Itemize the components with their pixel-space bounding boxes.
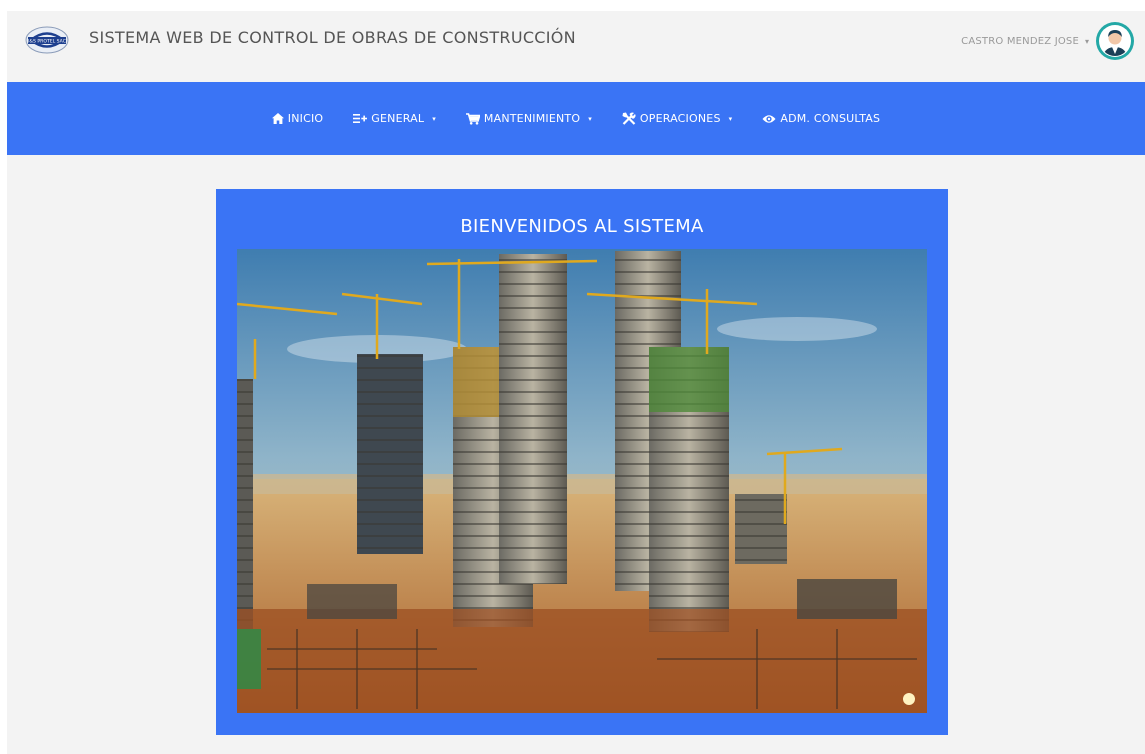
- nav-item-label: OPERACIONES: [639, 112, 721, 125]
- user-menu[interactable]: CASTRO MENDEZ JOSE ▾: [961, 21, 1135, 61]
- list-plus-icon: [353, 114, 368, 123]
- cart-icon: [465, 112, 480, 125]
- nav-item-label: MANTENIMIENTO: [483, 112, 581, 125]
- nav-item-label: INICIO: [287, 112, 324, 125]
- chevron-down-icon: ▾: [432, 114, 436, 123]
- tools-icon: [622, 112, 636, 125]
- nav-item-operaciones[interactable]: OPERACIONES ▾: [622, 112, 732, 125]
- page: I&S PROTEL SAC SISTEMA WEB DE CONTROL DE…: [7, 11, 1145, 754]
- nav-item-general[interactable]: GENERAL ▾: [353, 112, 436, 125]
- chevron-down-icon[interactable]: ▾: [1085, 37, 1089, 46]
- user-name[interactable]: CASTRO MENDEZ JOSE: [961, 36, 1079, 47]
- nav-item-label: GENERAL: [371, 112, 425, 125]
- nav-item-label: ADM. CONSULTAS: [780, 112, 881, 125]
- construction-site-photo: [237, 249, 927, 713]
- nav-item-mantenimiento[interactable]: MANTENIMIENTO ▾: [465, 112, 592, 125]
- chevron-down-icon: ▾: [728, 114, 733, 123]
- main-navbar: INICIO GENERAL ▾ MANTENIMIENTO ▾ OPERACI…: [7, 82, 1145, 155]
- welcome-title: BIENVENIDOS AL SISTEMA: [460, 216, 704, 237]
- avatar[interactable]: [1095, 21, 1135, 61]
- header: I&S PROTEL SAC SISTEMA WEB DE CONTROL DE…: [7, 11, 1145, 82]
- logo-text: I&S PROTEL SAC: [28, 39, 66, 45]
- welcome-card: BIENVENIDOS AL SISTEMA: [216, 189, 948, 735]
- company-logo[interactable]: I&S PROTEL SAC: [25, 25, 69, 55]
- chevron-down-icon: ▾: [588, 114, 592, 123]
- app-title: SISTEMA WEB DE CONTROL DE OBRAS DE CONST…: [89, 28, 576, 47]
- home-icon: [271, 113, 284, 124]
- nav-item-inicio[interactable]: INICIO: [271, 112, 324, 125]
- eye-icon: [762, 114, 776, 123]
- nav-item-adm-consultas[interactable]: ADM. CONSULTAS: [762, 112, 880, 125]
